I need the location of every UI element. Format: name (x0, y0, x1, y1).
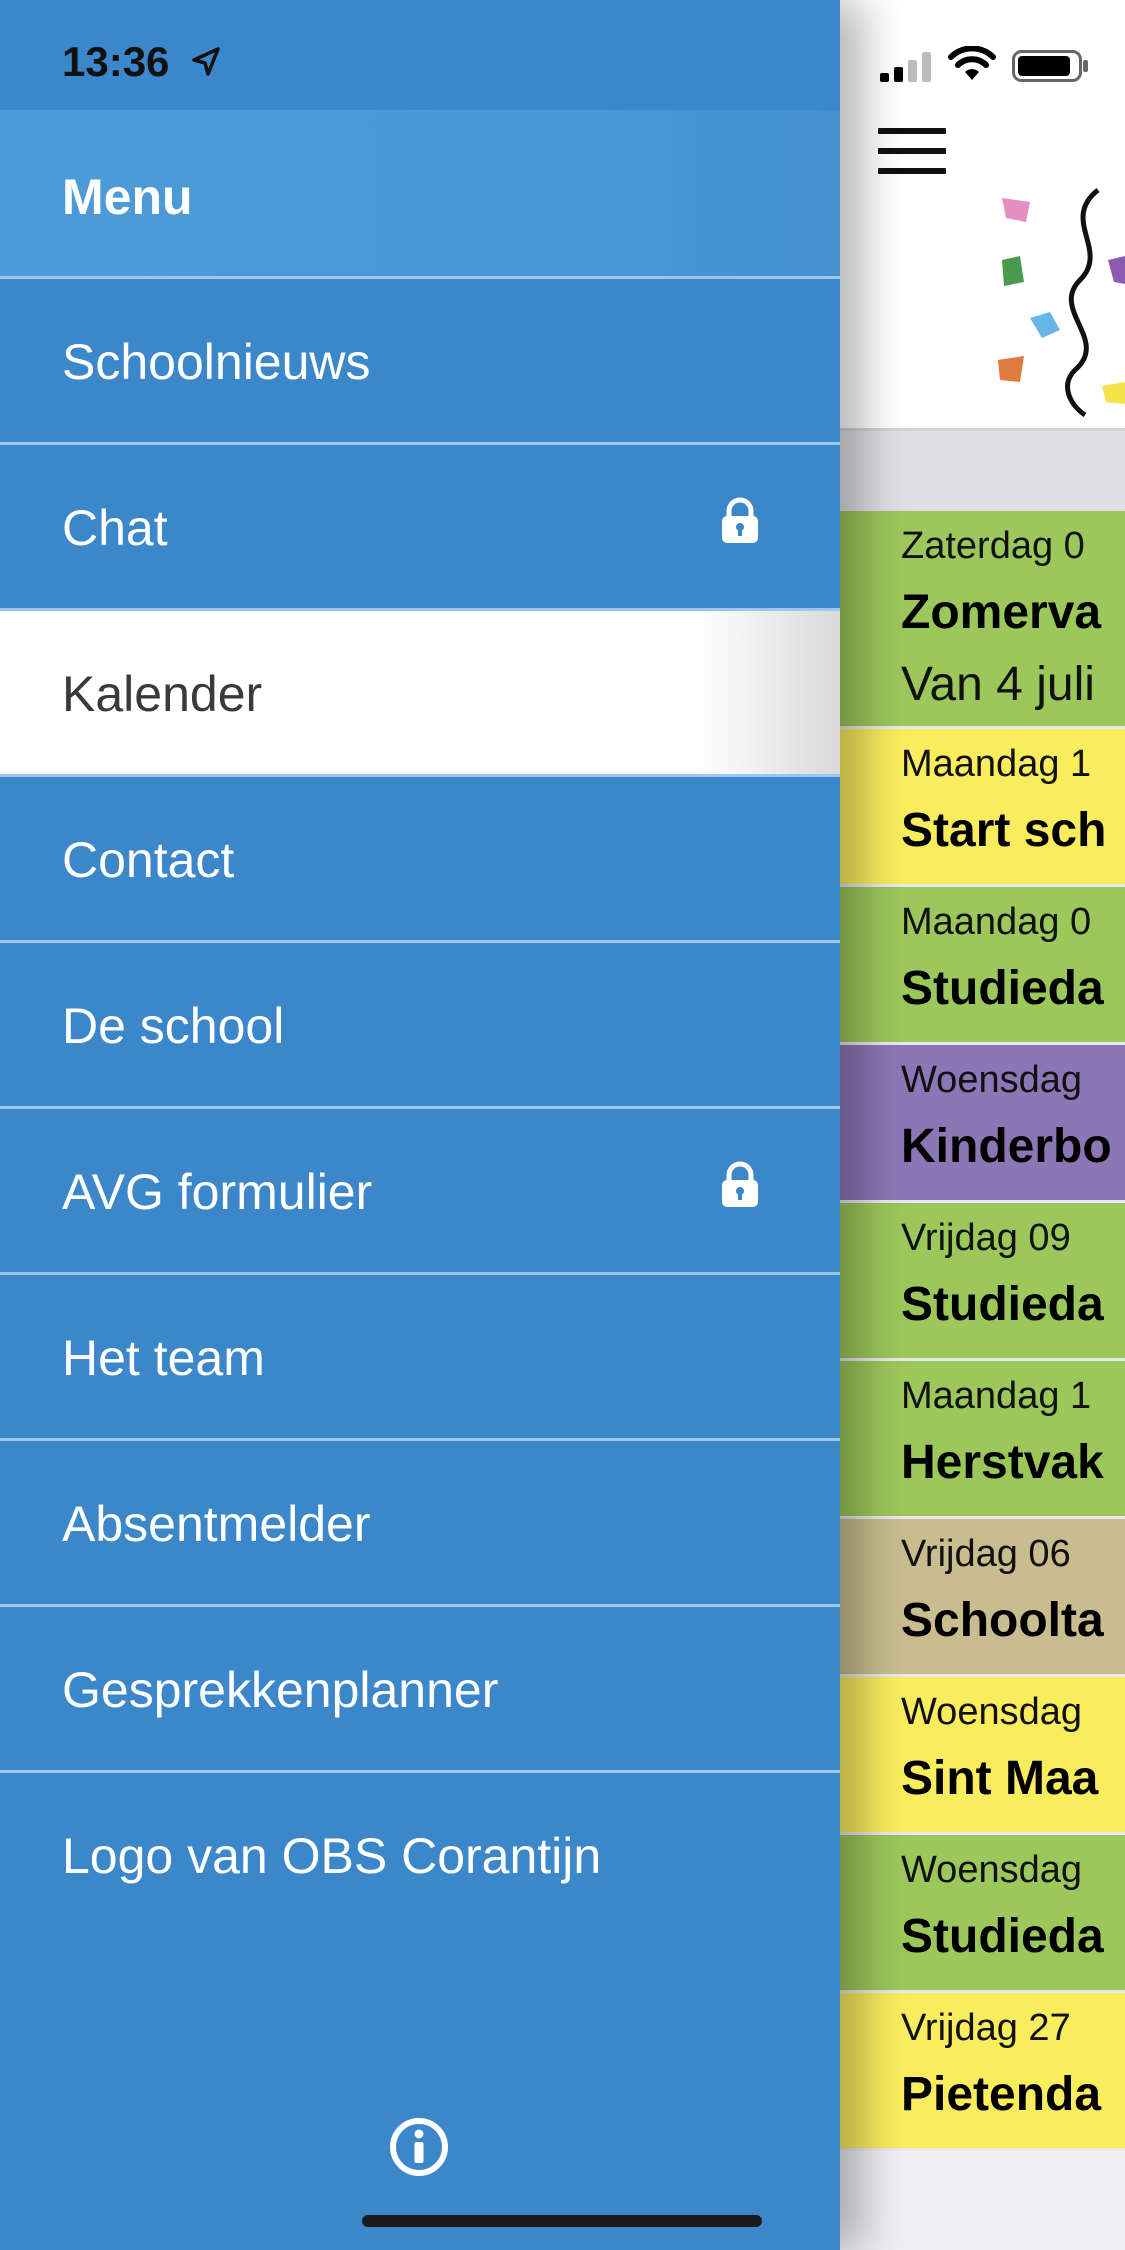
menu-header: Menu (0, 110, 840, 279)
menu-item-absentmelder[interactable]: Absentmelder (0, 1441, 840, 1607)
lock-icon (718, 497, 762, 550)
menu-item-label: Contact (62, 832, 235, 888)
event-card[interactable]: Maandag 0 Studieda (840, 887, 1125, 1045)
menu-item-gesprekkenplanner[interactable]: Gesprekkenplanner (0, 1607, 840, 1773)
menu-item-label: Het team (62, 1330, 265, 1386)
menu-item-label: Kalender (62, 666, 263, 722)
event-card[interactable]: Vrijdag 09 Studieda (840, 1203, 1125, 1361)
event-list: Zaterdag 0 Zomerva Van 4 juli Maandag 1 Star… (840, 511, 1125, 2151)
event-title: Schoolta (901, 1594, 1104, 1647)
event-title: Kinderbo (901, 1120, 1112, 1173)
event-card[interactable]: Vrijdag 27 Pietenda (840, 1993, 1125, 2151)
event-card[interactable]: Maandag 1 Herstvak (840, 1361, 1125, 1519)
menu-item-label: Absentmelder (62, 1496, 371, 1552)
event-date: Vrijdag 06 (901, 1533, 1071, 1575)
navigation-drawer: 13:36 Menu Schoolnieuws Chat Kalender Conta… (0, 0, 840, 2250)
event-title: Studieda (901, 962, 1104, 1015)
menu-item-label: De school (62, 998, 285, 1054)
event-date: Woensdag (901, 1849, 1082, 1891)
event-title: Pietenda (901, 2068, 1102, 2121)
menu-item-contact[interactable]: Contact (0, 777, 840, 943)
menu-title: Menu (62, 169, 193, 225)
event-card[interactable]: Zaterdag 0 Zomerva Van 4 juli (840, 511, 1125, 729)
section-divider (840, 431, 1125, 511)
menu-item-het-team[interactable]: Het team (0, 1275, 840, 1441)
event-card[interactable]: Woensdag Sint Maa (840, 1677, 1125, 1835)
calendar-screen: Zaterdag 0 Zomerva Van 4 juli Maandag 1 Star… (840, 0, 1125, 2250)
event-card[interactable]: Maandag 1 Start sch (840, 729, 1125, 887)
confetti-banner-image (998, 188, 1125, 418)
event-date: Woensdag (901, 1691, 1082, 1733)
event-date: Woensdag (901, 1059, 1082, 1101)
menu-item-label: Chat (62, 500, 168, 556)
menu-item-kalender[interactable]: Kalender (0, 611, 840, 777)
event-date: Maandag 1 (901, 743, 1092, 785)
status-bar: 13:36 (0, 0, 840, 110)
menu-item-chat[interactable]: Chat (0, 445, 840, 611)
event-description: Van 4 juli (901, 658, 1095, 711)
home-indicator (362, 2215, 762, 2227)
event-title: Herstvak (901, 1436, 1104, 1489)
battery-icon (1012, 50, 1088, 82)
app-header (840, 0, 1125, 431)
menu-item-avg-formulier[interactable]: AVG formulier (0, 1109, 840, 1275)
event-title: Zomerva (901, 586, 1102, 639)
event-title: Start sch (901, 804, 1107, 857)
event-card[interactable]: Vrijdag 06 Schoolta (840, 1519, 1125, 1677)
event-title: Studieda (901, 1278, 1104, 1331)
menu-item-logo-van-obs-corantijn[interactable]: Logo van OBS Corantijn (0, 1773, 840, 1936)
event-card[interactable]: Woensdag Kinderbo (840, 1045, 1125, 1203)
event-date: Vrijdag 09 (901, 1217, 1071, 1259)
menu-item-schoolnieuws[interactable]: Schoolnieuws (0, 279, 840, 445)
location-arrow-icon (192, 47, 220, 76)
lock-icon (718, 1161, 762, 1214)
menu-list: Schoolnieuws Chat Kalender Contact De school… (0, 279, 840, 1936)
event-date: Maandag 0 (901, 901, 1092, 943)
menu-item-label: Gesprekkenplanner (62, 1662, 499, 1718)
event-date: Zaterdag 0 (901, 525, 1085, 567)
event-card[interactable]: Woensdag Studieda (840, 1835, 1125, 1993)
event-date: Vrijdag 27 (901, 2007, 1071, 2049)
status-time: 13:36 (62, 38, 170, 85)
info-icon[interactable] (388, 2116, 450, 2178)
wifi-icon (948, 46, 996, 80)
menu-item-de-school[interactable]: De school (0, 943, 840, 1109)
event-title: Sint Maa (901, 1752, 1099, 1805)
menu-icon[interactable] (878, 128, 948, 174)
menu-item-label: Logo van OBS Corantijn (62, 1828, 602, 1884)
event-title: Studieda (901, 1910, 1104, 1963)
cellular-signal-icon (880, 50, 934, 82)
menu-item-label: Schoolnieuws (62, 334, 371, 390)
event-date: Maandag 1 (901, 1375, 1092, 1417)
menu-item-label: AVG formulier (62, 1164, 373, 1220)
